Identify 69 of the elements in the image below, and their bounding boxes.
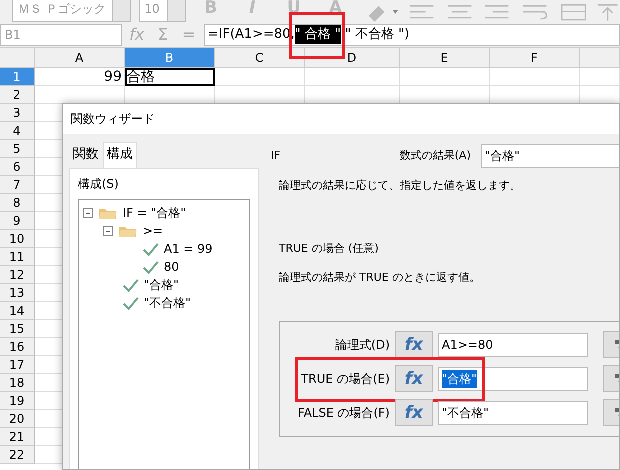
column-header[interactable]: D xyxy=(305,48,400,68)
function-wizard-button[interactable]: fx xyxy=(395,365,433,392)
row-header[interactable]: 21 xyxy=(0,428,35,446)
argument-label: 論理式(D) xyxy=(334,336,390,354)
row-header[interactable]: 16 xyxy=(0,338,35,356)
argument-field[interactable]: "合格" xyxy=(438,366,588,390)
argument-field[interactable]: "不合格" xyxy=(438,400,588,424)
column-header[interactable]: E xyxy=(400,48,490,68)
row-header[interactable]: 4 xyxy=(0,122,35,140)
row-header[interactable]: 15 xyxy=(0,320,35,338)
column-header[interactable] xyxy=(580,48,620,68)
row-header[interactable]: 9 xyxy=(0,212,35,230)
tree-item[interactable]: >= xyxy=(143,222,164,240)
select-all-corner[interactable] xyxy=(0,48,35,68)
row-header[interactable]: 11 xyxy=(0,248,35,266)
row-header[interactable]: 6 xyxy=(0,158,35,176)
function-name: IF xyxy=(271,148,281,164)
argument-label: TRUE の場合(E) xyxy=(300,370,390,388)
row-header[interactable]: 10 xyxy=(0,230,35,248)
tab[interactable]: 構成 xyxy=(103,142,137,168)
row-header[interactable]: 14 xyxy=(0,302,35,320)
result-field: "合格" xyxy=(481,144,619,168)
row-header[interactable]: 22 xyxy=(0,446,35,464)
dialog-title: 関数ウィザード xyxy=(63,104,619,134)
merge-cells-icon[interactable] xyxy=(558,2,588,22)
function-wizard-button[interactable]: fx xyxy=(395,331,433,358)
row-header[interactable]: 5 xyxy=(0,140,35,158)
result-label: 数式の結果(A) xyxy=(400,148,471,164)
align-top-icon[interactable] xyxy=(596,2,620,22)
table-cell[interactable] xyxy=(490,68,580,86)
check-icon[interactable] xyxy=(143,242,159,256)
row-header[interactable]: 3 xyxy=(0,104,35,122)
table-cell[interactable]: 合格 xyxy=(125,68,215,86)
column-header[interactable]: A xyxy=(35,48,125,68)
column-header[interactable]: C xyxy=(215,48,305,68)
row-header[interactable]: 20 xyxy=(0,410,35,428)
table-cell[interactable] xyxy=(215,68,305,86)
argument-label: FALSE の場合(F) xyxy=(297,404,390,422)
collapse-icon[interactable] xyxy=(103,226,113,236)
structure-tree[interactable]: IF = "合格" >= A1 = 99 80 "合格" "不合格" xyxy=(78,198,250,469)
function-wizard-button[interactable]: fx xyxy=(395,399,433,426)
column-header[interactable]: F xyxy=(490,48,580,68)
function-description: 論理式の結果に応じて、指定した値を返します。 xyxy=(279,178,522,194)
tree-item[interactable]: "不合格" xyxy=(144,294,192,312)
structure-label: 構成(S) xyxy=(78,176,119,190)
check-icon[interactable] xyxy=(143,260,159,274)
row-header[interactable]: 19 xyxy=(0,392,35,410)
row-header[interactable]: 17 xyxy=(0,356,35,374)
row-header[interactable]: 18 xyxy=(0,374,35,392)
table-cell[interactable] xyxy=(580,68,620,86)
tab[interactable]: 関数 xyxy=(69,142,103,168)
row-header[interactable]: 7 xyxy=(0,176,35,194)
collapse-icon[interactable] xyxy=(83,208,93,218)
argument-description: 論理式の結果が TRUE のときに返す値。 xyxy=(279,270,482,286)
tree-item[interactable]: 80 xyxy=(164,258,180,276)
tree-item[interactable]: IF = "合格" xyxy=(123,204,186,222)
table-cell[interactable] xyxy=(305,68,400,86)
check-icon[interactable] xyxy=(123,278,139,292)
argument-field[interactable]: A1>=80 xyxy=(438,332,588,356)
table-cell[interactable] xyxy=(400,68,490,86)
table-cell[interactable]: 99 xyxy=(35,68,125,86)
argument-title: TRUE の場合 (任意) xyxy=(279,240,380,256)
check-icon[interactable] xyxy=(123,296,139,310)
row-header[interactable]: 12 xyxy=(0,266,35,284)
tree-item[interactable]: A1 = 99 xyxy=(164,240,213,258)
tree-item[interactable]: "合格" xyxy=(144,276,180,294)
row-header[interactable]: 2 xyxy=(0,86,35,104)
row-header[interactable]: 13 xyxy=(0,284,35,302)
row-header[interactable]: 8 xyxy=(0,194,35,212)
